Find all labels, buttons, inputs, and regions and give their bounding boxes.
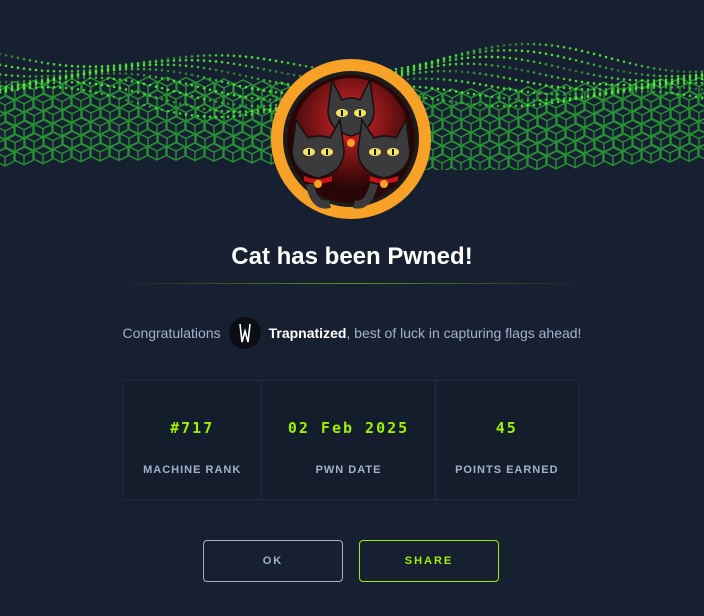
share-button[interactable]: SHARE	[359, 540, 499, 582]
pwned-modal: Cat has been Pwned! Congratulations Trap…	[0, 0, 704, 616]
stat-label: MACHINE RANK	[143, 464, 242, 476]
stat-machine-rank: #717 MACHINE RANK	[123, 381, 263, 499]
machine-avatar	[270, 58, 432, 220]
stat-label: POINTS EARNED	[455, 464, 559, 476]
title-divider	[120, 283, 584, 284]
stat-label: PWN DATE	[315, 464, 382, 476]
stat-points-earned: 45 POINTS EARNED	[436, 381, 578, 499]
page-title: Cat has been Pwned!	[231, 243, 473, 270]
ok-button[interactable]: OK	[203, 540, 343, 582]
congrats-message: Congratulations Trapnatized, best of luc…	[0, 316, 704, 350]
stat-pwn-date: 02 Feb 2025 PWN DATE	[262, 381, 436, 499]
stats-panel: #717 MACHINE RANK 02 Feb 2025 PWN DATE 4…	[122, 380, 579, 500]
username-link[interactable]: Trapnatized	[269, 325, 347, 341]
stat-value: 45	[495, 419, 518, 437]
stat-value: 02 Feb 2025	[287, 419, 410, 437]
stat-value: #717	[170, 419, 215, 437]
user-avatar-icon[interactable]	[228, 317, 261, 349]
congrats-prefix: Congratulations	[122, 325, 221, 341]
congrats-suffix: , best of luck in capturing flags ahead!	[346, 325, 582, 341]
